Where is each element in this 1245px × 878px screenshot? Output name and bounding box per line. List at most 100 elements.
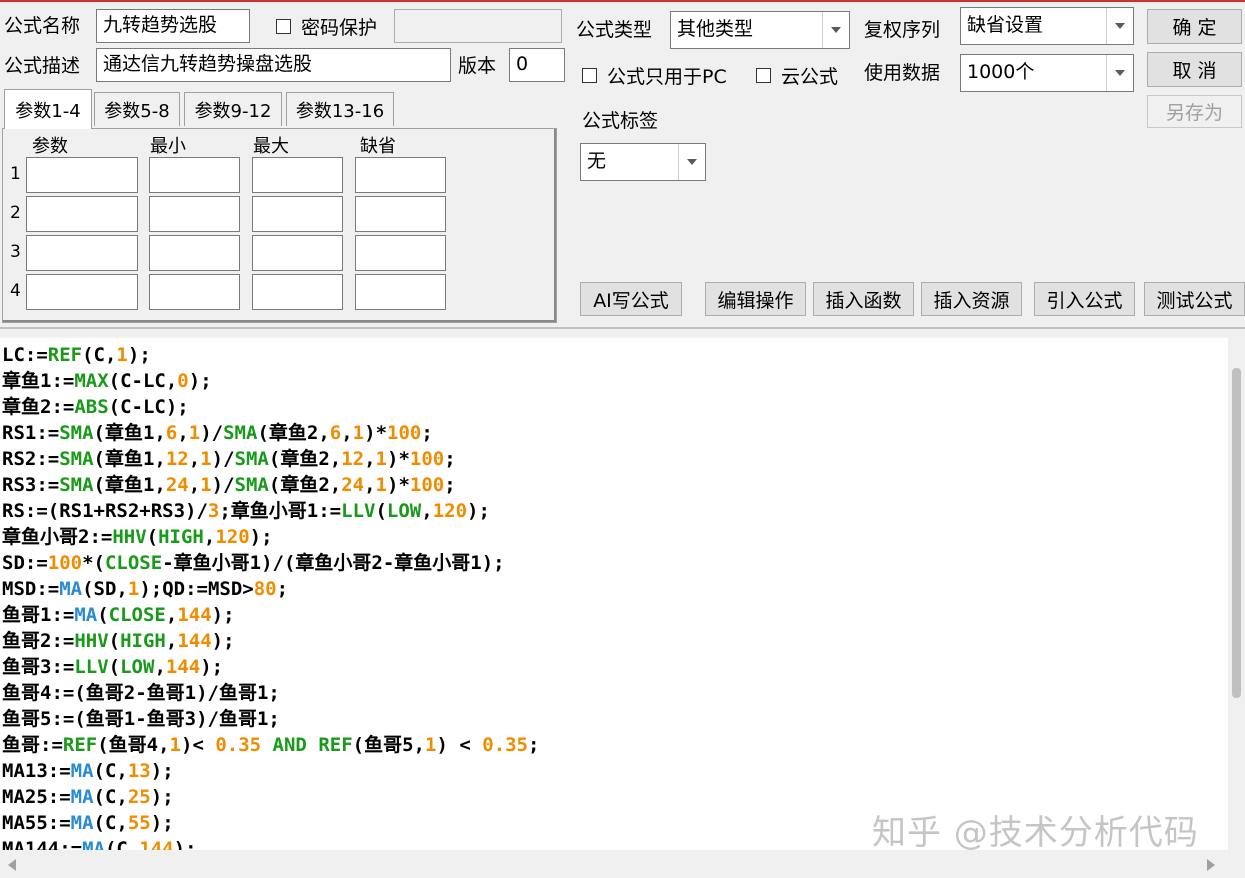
edit-operations-button[interactable]: 编辑操作 [705,282,806,316]
code-token: (章鱼1, [93,474,166,496]
pc-only-checkbox-box[interactable] [582,68,597,83]
code-token: 鱼哥1:= [2,604,75,626]
param-default-input[interactable] [355,196,446,232]
code-token: HHV [74,630,109,652]
scroll-right-icon[interactable] [1207,859,1215,871]
insert-resource-button[interactable]: 插入资源 [921,282,1022,316]
password-input[interactable] [394,9,562,43]
code-line[interactable]: 鱼哥:=REF(鱼哥4,1)< 0.35 AND REF(鱼哥5,1) < 0.… [2,732,539,758]
code-token: ( [97,604,109,626]
code-token: 55 [127,812,151,834]
param-name-input[interactable] [26,157,138,193]
code-line[interactable]: RS1:=SMA(章鱼1,6,1)/SMA(章鱼2,6,1)*100; [2,420,433,446]
scroll-left-icon[interactable] [8,859,16,871]
param-name-input[interactable] [26,196,138,232]
formula-type-select[interactable]: 其他类型 [670,11,850,49]
code-line[interactable]: 鱼哥5:=(鱼哥1-鱼哥3)/鱼哥1; [2,706,280,732]
param-min-input[interactable] [149,157,240,193]
code-line[interactable]: LC:=REF(C,1); [2,342,151,368]
ai-write-formula-button[interactable]: AI写公式 [580,282,682,316]
code-token: ) < [436,734,483,756]
param-default-input[interactable] [355,157,446,193]
param-name-input[interactable] [26,274,138,310]
chevron-down-icon[interactable] [822,12,849,48]
param-max-input[interactable] [252,196,343,232]
code-token: ); [467,500,490,522]
code-line[interactable]: 鱼哥4:=(鱼哥2-鱼哥1)/鱼哥1; [2,680,280,706]
code-token: 120 [215,526,250,548]
code-line[interactable]: 鱼哥3:=LLV(LOW,144); [2,654,223,680]
cancel-button[interactable]: 取 消 [1147,52,1242,87]
param-min-input[interactable] [149,235,240,271]
code-line[interactable]: MSD:=MA(SD,1);QD:=MSD>80; [2,576,288,602]
data-used-value: 1000个 [967,61,1035,83]
chevron-down-icon[interactable] [678,144,705,180]
code-token: , [203,526,216,548]
code-token: 鱼哥:= [2,734,63,756]
formula-desc-input[interactable]: 通达信九转趋势操盘选股 [96,48,451,82]
tags-select[interactable]: 无 [580,143,706,181]
test-formula-button[interactable]: 测试公式 [1144,282,1245,316]
ok-button[interactable]: 确 定 [1147,9,1242,44]
tab-params-5-8[interactable]: 参数5-8 [94,92,180,126]
code-token: ); [150,760,174,782]
code-token: LLV [341,500,376,522]
code-token: SMA [59,448,94,470]
import-formula-button[interactable]: 引入公式 [1034,282,1135,316]
code-line[interactable]: RS2:=SMA(章鱼1,12,1)/SMA(章鱼2,12,1)*100; [2,446,456,472]
code-line[interactable]: MA13:=MA(C,13); [2,758,174,784]
param-max-input[interactable] [252,274,343,310]
code-line[interactable]: 章鱼小哥2:=HHV(HIGH,120); [2,524,273,550]
code-token: 1 [375,474,387,496]
version-input[interactable]: 0 [509,48,565,82]
chevron-down-icon[interactable] [1106,55,1133,91]
cloud-checkbox-box[interactable] [756,68,771,83]
param-row-number: 4 [10,281,21,301]
code-line[interactable]: RS3:=SMA(章鱼1,24,1)/SMA(章鱼2,24,1)*100; [2,472,456,498]
tab-params-1-4[interactable]: 参数1-4 [4,89,92,129]
code-token: 章鱼2:= [2,396,75,418]
horizontal-scrollbar[interactable] [0,850,1245,878]
param-min-input[interactable] [149,196,240,232]
param-default-input[interactable] [355,235,446,271]
code-editor[interactable]: LC:=REF(C,1); 章鱼1:=MAX(C-LC,0); 章鱼2:=ABS(C… [0,338,1228,850]
code-token: ); [211,604,235,626]
code-line[interactable]: MA55:=MA(C,55); [2,810,174,836]
code-token: (章鱼1, [93,422,166,444]
chevron-down-icon[interactable] [1106,8,1133,44]
rights-select[interactable]: 缺省设置 [960,7,1134,45]
insert-function-button[interactable]: 插入函数 [813,282,914,316]
rights-value: 缺省设置 [967,14,1044,36]
data-used-select[interactable]: 1000个 [960,54,1134,92]
code-line[interactable]: RS:=(RS1+RS2+RS3)/3;章鱼小哥1:=LLV(LOW,120); [2,498,490,524]
password-protect-checkbox[interactable]: 密码保护 [276,13,377,40]
code-line[interactable]: 章鱼1:=MAX(C-LC,0); [2,368,212,394]
code-line[interactable]: MA144:=MA(C,144); [2,836,197,850]
code-token: HHV [112,526,147,548]
code-token: );QD:=MSD> [139,578,254,600]
code-line[interactable]: 鱼哥1:=MA(CLOSE,144); [2,602,235,628]
code-line[interactable]: SD:=100*(CLOSE-章鱼小哥1)/(章鱼小哥2-章鱼小哥1); [2,550,505,576]
formula-name-input[interactable]: 九转趋势选股 [96,9,250,43]
code-token: 13 [127,760,151,782]
code-line[interactable]: MA25:=MA(C,25); [2,784,174,810]
code-token: 144 [177,604,212,626]
code-line[interactable]: 鱼哥2:=HHV(HIGH,144); [2,628,235,654]
cloud-formula-checkbox[interactable]: 云公式 [756,62,838,89]
code-line[interactable]: 章鱼2:=ABS(C-LC); [2,394,189,420]
param-default-input[interactable] [355,274,446,310]
param-max-input[interactable] [252,235,343,271]
param-max-input[interactable] [252,157,343,193]
tab-params-9-12[interactable]: 参数9-12 [184,92,282,126]
tab-params-13-16[interactable]: 参数13-16 [286,92,394,126]
window-top-border [0,0,1245,2]
password-checkbox-box[interactable] [276,19,291,34]
pc-only-checkbox[interactable]: 公式只用于PC [582,62,727,89]
scrollbar-thumb[interactable] [1232,368,1241,698]
vertical-scrollbar[interactable] [1228,338,1245,850]
save-as-button[interactable]: 另存为 [1147,95,1242,128]
param-name-input[interactable] [26,235,138,271]
param-min-input[interactable] [149,274,240,310]
code-token: MA [70,812,94,834]
tags-label: 公式标签 [582,110,659,132]
